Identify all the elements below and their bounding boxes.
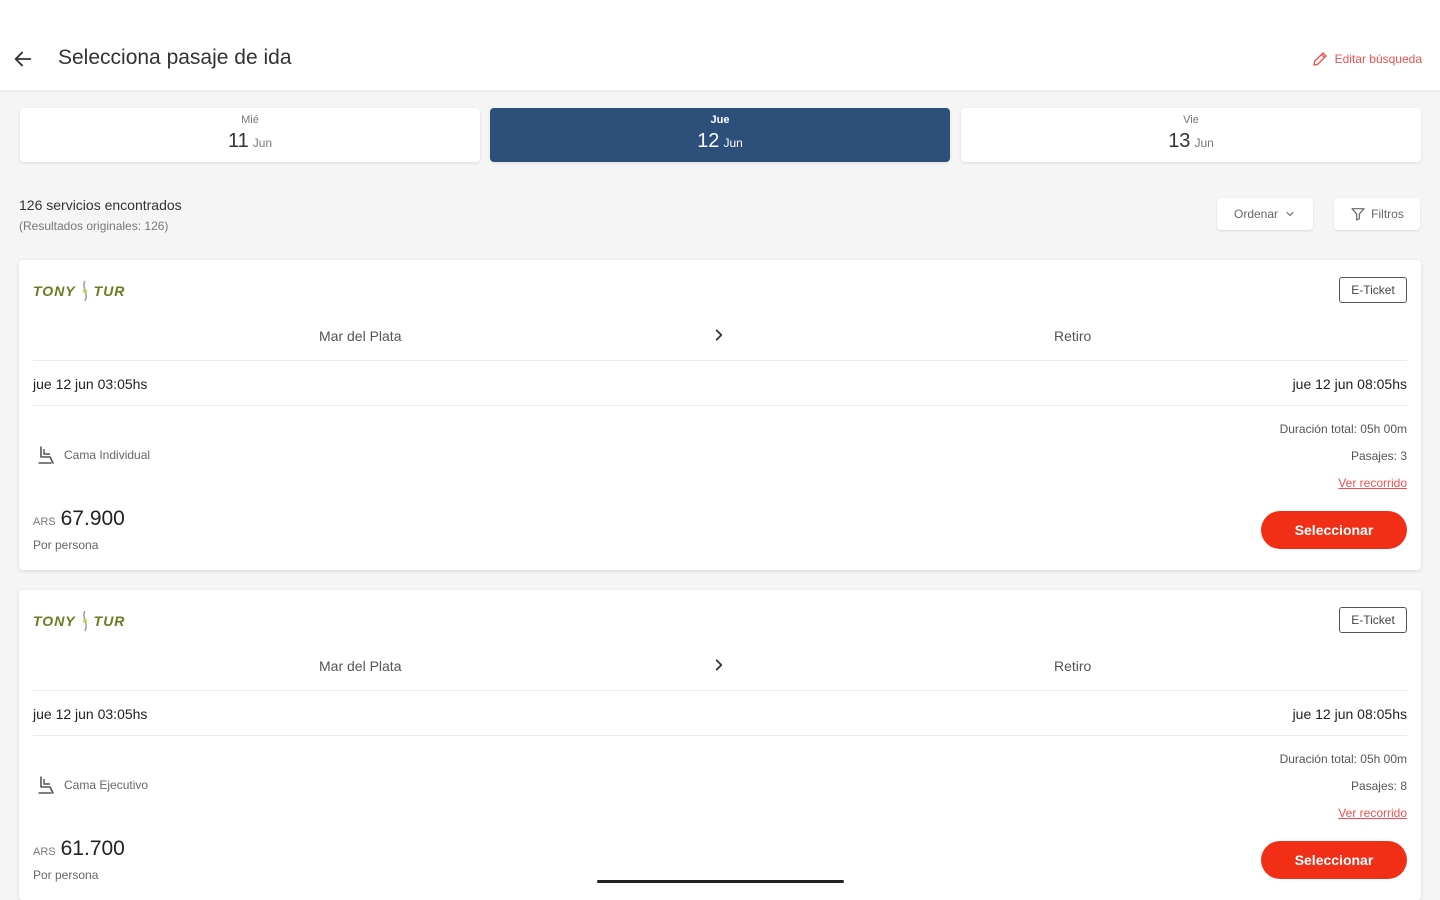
date-tab-wed[interactable]: Mié 11 Jun <box>20 108 480 162</box>
per-person-label: Por persona <box>33 868 99 882</box>
price-row: ARS 67.900 <box>33 507 125 531</box>
company-logo: TONY TUR <box>33 608 125 634</box>
date-tab-dow: Mié <box>241 114 259 126</box>
back-button[interactable] <box>8 44 38 74</box>
company-logo-text-right: TUR <box>93 613 126 629</box>
date-tab-month: Jun <box>252 136 273 150</box>
origin-city: Mar del Plata <box>319 328 402 344</box>
view-route-link[interactable]: Ver recorrido <box>1338 476 1407 490</box>
company-logo-mark <box>82 610 87 632</box>
chevron-down-icon <box>1286 211 1294 217</box>
departure-time: jue 12 jun 03:05hs <box>33 706 148 722</box>
date-tab-day: 11 <box>227 130 249 152</box>
seat-type: Cama Individual <box>64 448 151 462</box>
per-person-label: Por persona <box>33 538 99 552</box>
eticket-badge: E-Ticket <box>1339 607 1407 633</box>
trip-card: TONY TUR E-Ticket Mar del Plata Retiro j… <box>19 590 1421 900</box>
edit-search-label: Editar búsqueda <box>1334 52 1422 66</box>
arrival-time: jue 12 jun 08:05hs <box>1292 376 1407 392</box>
select-trip-button[interactable]: Seleccionar <box>1261 841 1407 879</box>
seat-icon <box>38 446 54 464</box>
home-indicator[interactable] <box>597 880 844 883</box>
filter-label: Filtros <box>1371 207 1404 221</box>
origin-city: Mar del Plata <box>319 658 402 674</box>
company-logo-mark <box>82 280 87 302</box>
destination-city: Retiro <box>1054 328 1092 344</box>
arrival-time: jue 12 jun 08:05hs <box>1292 706 1407 722</box>
date-tab-day: 12 <box>697 130 720 152</box>
date-tab-dow: Jue <box>710 114 730 126</box>
departure-time: jue 12 jun 03:05hs <box>33 376 148 392</box>
currency: ARS <box>33 846 56 858</box>
view-route-link[interactable]: Ver recorrido <box>1338 806 1407 820</box>
divider <box>33 360 1407 361</box>
sort-label: Ordenar <box>1233 207 1279 221</box>
arrow-left-icon <box>14 51 32 67</box>
results-count: 126 servicios encontrados <box>19 197 182 213</box>
available-seats: Pasajes: 8 <box>1350 779 1407 793</box>
results-original-count: (Resultados originales: 126) <box>19 219 169 233</box>
chevron-right-icon <box>709 324 729 346</box>
price: 67.900 <box>60 507 125 530</box>
chevron-right-icon <box>709 654 729 676</box>
eticket-badge: E-Ticket <box>1339 277 1407 303</box>
date-tab-month: Jun <box>1194 136 1214 150</box>
company-logo-text-left: TONY <box>33 283 76 299</box>
date-tab-day: 13 <box>1168 130 1191 152</box>
trip-duration: Duración total: 05h 00m <box>1279 422 1407 436</box>
select-trip-button[interactable]: Seleccionar <box>1261 511 1407 549</box>
price-row: ARS 61.700 <box>33 837 125 861</box>
date-tab-fri[interactable]: Vie 13 Jun <box>961 108 1421 162</box>
edit-search-link[interactable]: Editar búsqueda <box>1311 50 1422 68</box>
page-title: Selecciona pasaje de ida <box>58 46 292 69</box>
available-seats: Pasajes: 3 <box>1350 449 1407 463</box>
pencil-icon <box>1312 52 1327 66</box>
filter-button[interactable]: Filtros <box>1334 198 1420 230</box>
divider <box>33 735 1407 736</box>
company-logo-text-left: TONY <box>33 613 76 629</box>
price: 61.700 <box>60 837 125 860</box>
filter-icon <box>1351 208 1365 221</box>
seat-type: Cama Ejecutivo <box>64 778 149 792</box>
trip-card: TONY TUR E-Ticket Mar del Plata Retiro j… <box>19 260 1421 570</box>
company-logo-text-right: TUR <box>93 283 126 299</box>
destination-city: Retiro <box>1054 658 1092 674</box>
date-tab-dow: Vie <box>1183 114 1199 126</box>
date-tab-thu-selected[interactable]: Jue 12 Jun <box>490 108 950 162</box>
divider <box>33 405 1407 406</box>
company-logo: TONY TUR <box>33 278 125 304</box>
seat-icon <box>38 776 54 794</box>
trip-duration: Duración total: 05h 00m <box>1279 752 1407 766</box>
app-bar: Selecciona pasaje de ida Editar búsqueda <box>0 0 1440 90</box>
divider <box>33 690 1407 691</box>
date-tab-month: Jun <box>723 136 743 150</box>
currency: ARS <box>33 516 56 528</box>
sort-button[interactable]: Ordenar <box>1217 198 1313 230</box>
